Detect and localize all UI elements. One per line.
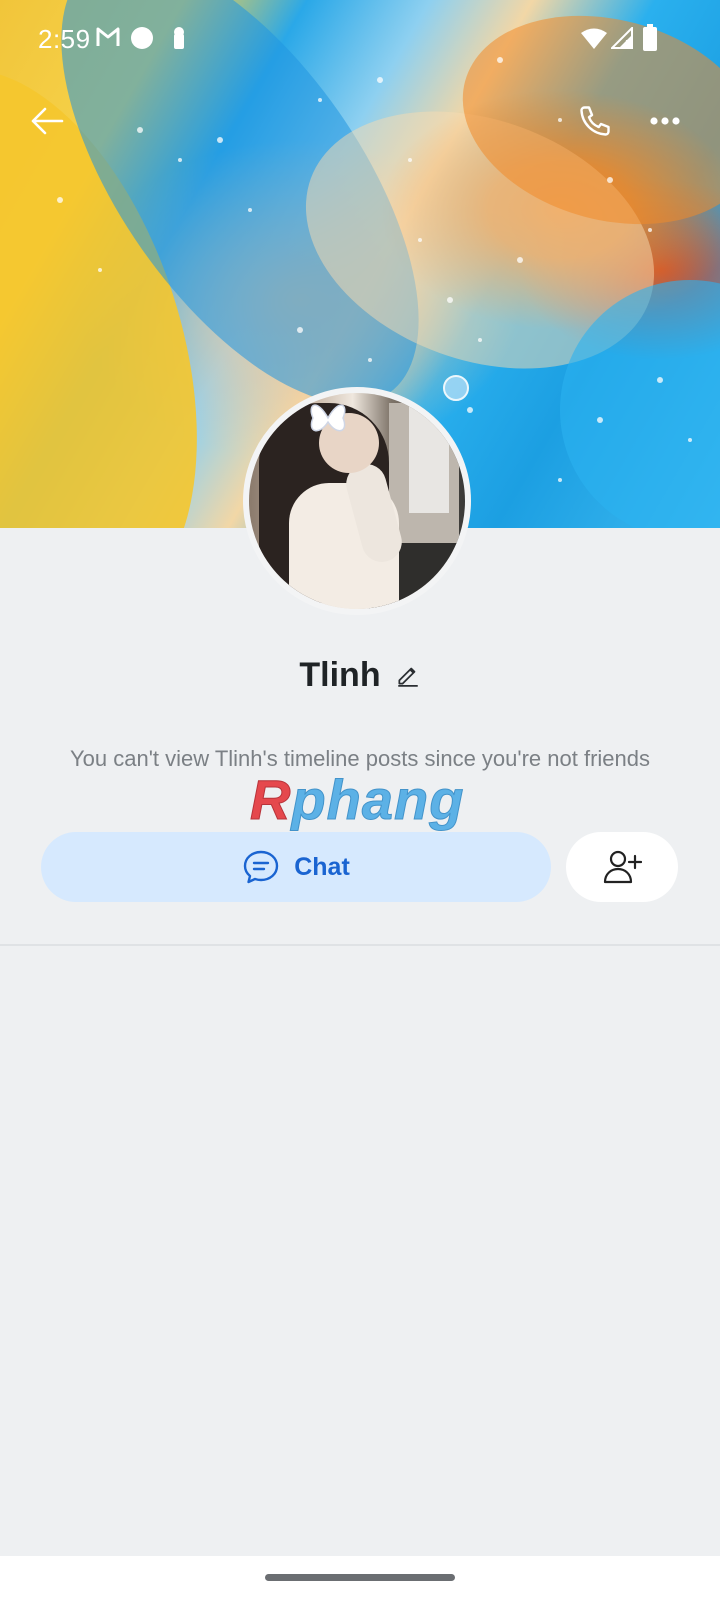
status-time: 2:59 <box>38 24 91 54</box>
status-bar: 2:59 ! <box>0 0 720 80</box>
profile-name: Tlinh <box>299 656 381 694</box>
more-options-button[interactable] <box>640 96 690 146</box>
home-gesture-handle[interactable] <box>265 1574 455 1581</box>
watermark-logo: Rphang <box>249 768 465 831</box>
phone-icon <box>580 106 610 136</box>
profile-avatar[interactable] <box>243 387 471 615</box>
wifi-icon <box>581 28 607 55</box>
edit-name-button[interactable] <box>395 662 421 693</box>
call-button[interactable] <box>570 96 620 146</box>
butterfly-sticker-icon <box>310 404 346 432</box>
add-friend-button[interactable] <box>566 832 678 902</box>
pencil-icon <box>397 667 418 687</box>
chat-bubble-icon <box>244 850 279 884</box>
svg-text:!: ! <box>625 39 628 49</box>
keyhole-icon <box>171 26 187 55</box>
circle-icon <box>130 26 154 55</box>
battery-icon <box>642 24 658 57</box>
more-dots-icon <box>650 117 680 125</box>
arrow-left-icon <box>31 107 64 135</box>
system-nav-bar <box>0 1556 720 1600</box>
back-button[interactable] <box>22 96 72 146</box>
gmail-icon <box>96 26 120 53</box>
profile-name-row: Tlinh <box>0 656 720 695</box>
watermark-first-letter: R <box>249 768 292 831</box>
chat-button[interactable]: Chat <box>41 832 551 902</box>
watermark-rest: phang <box>291 768 465 831</box>
chat-button-label: Chat <box>294 852 350 881</box>
signal-icon: ! <box>609 25 633 54</box>
add-user-icon <box>603 850 642 884</box>
section-divider <box>0 944 720 946</box>
avatar-background <box>409 393 449 513</box>
